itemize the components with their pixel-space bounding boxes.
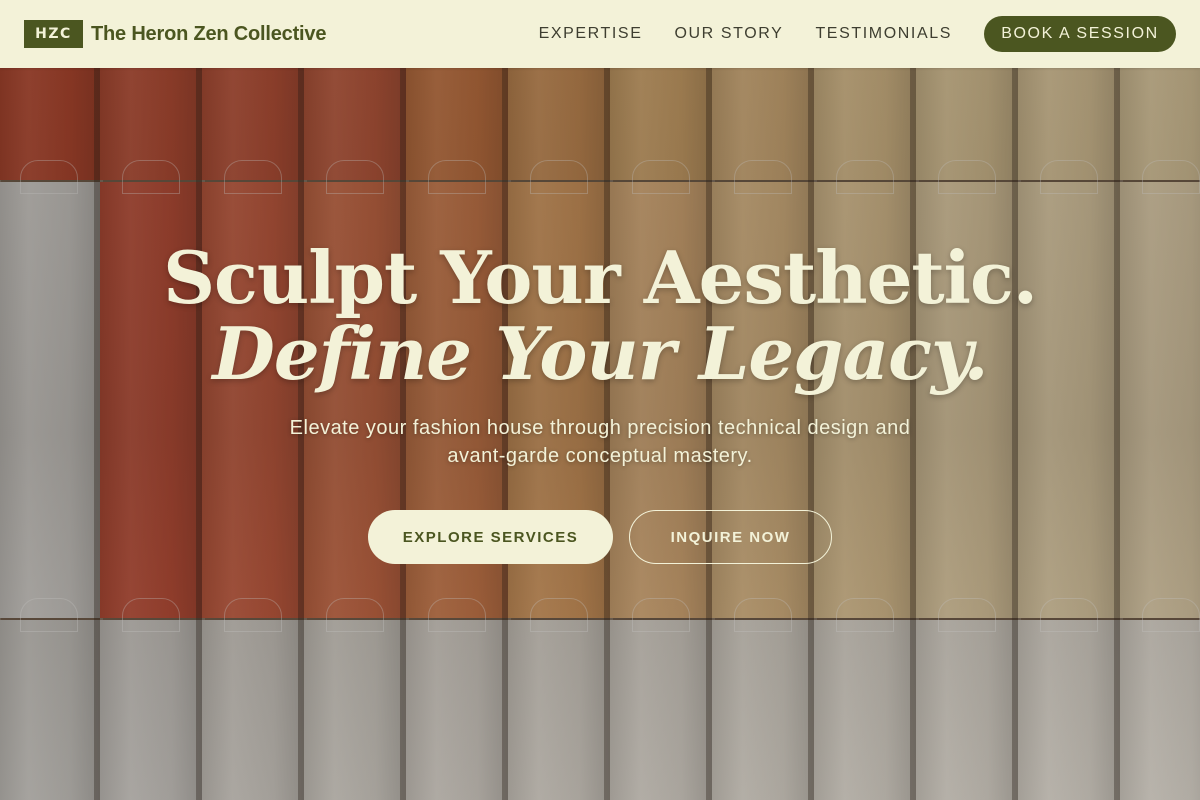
logo-badge[interactable]: HZC: [24, 20, 83, 48]
book-session-button[interactable]: BOOK A SESSION: [984, 16, 1176, 52]
main-nav: EXPERTISE OUR STORY TESTIMONIALS BOOK A …: [539, 16, 1176, 52]
brand-name[interactable]: The Heron Zen Collective: [91, 23, 326, 46]
inquire-now-button[interactable]: INQUIRE NOW: [629, 510, 832, 564]
nav-link-expertise[interactable]: EXPERTISE: [539, 25, 643, 43]
hero-cta-row: EXPLORE SERVICES INQUIRE NOW: [368, 510, 832, 564]
nav-link-our-story[interactable]: OUR STORY: [674, 25, 783, 43]
hero-subtext: Elevate your fashion house through preci…: [289, 417, 911, 467]
site-header: HZC The Heron Zen Collective EXPERTISE O…: [0, 0, 1200, 68]
hero-content: Sculpt Your Aesthetic. Define Your Legac…: [0, 68, 1200, 800]
hero-headline: Sculpt Your Aesthetic.: [163, 235, 1038, 320]
explore-services-button[interactable]: EXPLORE SERVICES: [368, 510, 613, 564]
nav-link-testimonials[interactable]: TESTIMONIALS: [815, 25, 952, 43]
hero-headline-italic: Define Your Legacy.: [212, 311, 988, 396]
